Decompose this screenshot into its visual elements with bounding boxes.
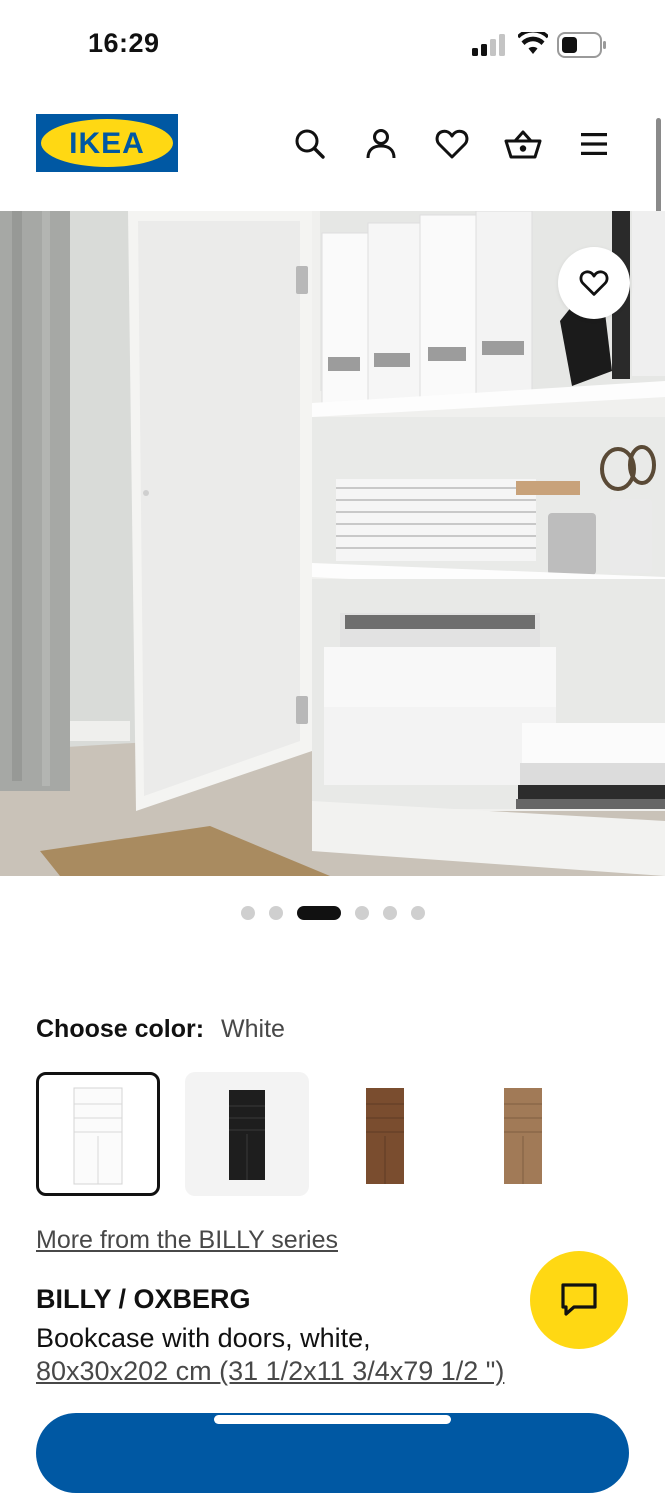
status-bar: 16:29	[0, 0, 665, 90]
gallery-dot[interactable]	[382, 906, 397, 920]
gallery-dot[interactable]	[354, 906, 369, 920]
swatch-white[interactable]	[36, 1072, 160, 1196]
ikea-logo[interactable]: IKEA	[36, 114, 178, 172]
status-time: 16:29	[88, 28, 160, 58]
gallery-dot[interactable]	[240, 906, 255, 920]
color-swatches	[36, 1072, 636, 1196]
add-to-bag-button[interactable]	[36, 1413, 629, 1493]
color-value: White	[221, 1015, 285, 1043]
gallery-pagination[interactable]	[0, 903, 665, 923]
battery-icon	[557, 32, 606, 58]
color-label: Choose color:	[36, 1015, 205, 1043]
chat-icon	[561, 1283, 597, 1316]
signal-icon	[472, 34, 505, 56]
color-chooser: Choose color: White	[36, 1015, 285, 1044]
page-scrollbar[interactable]	[656, 118, 661, 218]
app-header: IKEA	[0, 100, 665, 200]
swatch-oak-effect[interactable]	[461, 1072, 585, 1196]
account-icon[interactable]	[361, 124, 401, 164]
product-dimensions[interactable]: 80x30x202 cm (31 1/2x11 3/4x79 1/2 ")	[36, 1356, 504, 1387]
wifi-icon	[518, 32, 548, 54]
gallery-dot[interactable]	[268, 906, 283, 920]
gallery-dot[interactable]	[410, 906, 425, 920]
series-link[interactable]: More from the BILLY series	[36, 1226, 338, 1255]
chat-button[interactable]	[530, 1251, 628, 1349]
menu-icon[interactable]	[574, 124, 614, 164]
favorite-button[interactable]	[558, 247, 630, 319]
product-image[interactable]	[0, 211, 665, 876]
basket-icon[interactable]	[503, 124, 543, 164]
swatch-black-brown[interactable]	[185, 1072, 309, 1196]
search-icon[interactable]	[290, 124, 330, 164]
heart-icon	[579, 270, 609, 296]
gallery-dot[interactable]	[296, 906, 341, 920]
product-name: BILLY / OXBERG	[36, 1284, 251, 1314]
product-description: Bookcase with doors, white,	[36, 1323, 371, 1353]
heart-icon[interactable]	[432, 124, 472, 164]
logo-text: IKEA	[69, 127, 145, 160]
swatch-brown-walnut[interactable]	[323, 1072, 447, 1196]
home-indicator[interactable]	[214, 1415, 451, 1424]
